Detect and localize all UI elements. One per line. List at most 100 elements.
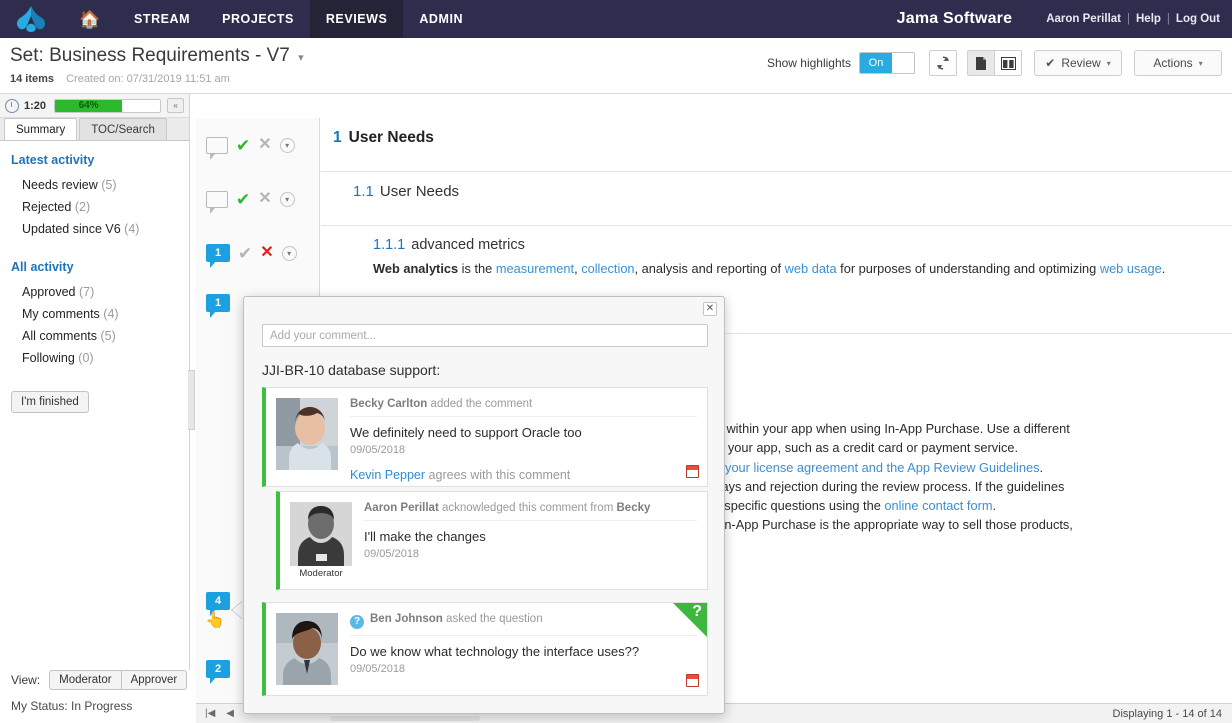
comment-avatar-column: Moderator <box>290 502 352 579</box>
online-contact-form-link[interactable]: online contact form <box>884 498 992 513</box>
comment-bubble-icon[interactable] <box>206 137 228 154</box>
approve-check-icon[interactable]: ✔ <box>236 137 250 154</box>
actions-dropdown-button[interactable]: Actions ▾ <box>1134 50 1222 76</box>
gutter-row: ✔ ✕ ▾ <box>196 118 319 172</box>
comment-count-badge[interactable]: 2 <box>206 660 230 678</box>
comment-count-badge[interactable]: 1 <box>206 244 230 262</box>
view-option-approver[interactable]: Approver <box>122 670 188 690</box>
sidebar-item-approved[interactable]: Approved (7) <box>11 281 189 303</box>
show-highlights-toggle[interactable]: On <box>859 52 915 74</box>
body-link-web-usage[interactable]: web usage <box>1100 261 1162 276</box>
user-name-link[interactable]: Aaron Perillat <box>1046 13 1121 25</box>
split-page-view-button[interactable] <box>994 50 1022 76</box>
calendar-icon <box>686 674 699 687</box>
first-page-button[interactable]: |◀ <box>205 708 215 719</box>
body-link-web-data[interactable]: web data <box>785 261 837 276</box>
body-link-collection[interactable]: collection <box>581 261 634 276</box>
clock-icon <box>5 99 19 113</box>
comment-card: Becky Carlton added the comment We defin… <box>262 387 708 487</box>
home-nav-button[interactable]: 🏠 <box>62 0 118 38</box>
comment-card-nested: Moderator Aaron Perillat acknowledged th… <box>276 491 708 590</box>
tab-toc-search[interactable]: TOC/Search <box>79 118 167 140</box>
nav-item-projects[interactable]: PROJECTS <box>206 0 310 38</box>
nav-item-stream[interactable]: STREAM <box>118 0 206 38</box>
comment-author: Becky Carlton <box>350 398 427 410</box>
progress-percent: 64% <box>79 100 99 111</box>
top-nav-right-group: Jama Software Aaron Perillat|Help|Log Ou… <box>897 0 1232 38</box>
approve-check-icon[interactable]: ✔ <box>236 191 250 208</box>
heading-1: 1User Needs <box>333 129 1218 147</box>
reject-x-icon[interactable]: ✕ <box>258 137 271 153</box>
title-dropdown-caret-icon[interactable]: ▾ <box>298 52 304 64</box>
comment-meta: Becky Carlton added the comment <box>350 398 697 417</box>
comment-action: added the comment <box>431 398 533 410</box>
comment-thread-title: JJI-BR-10 database support: <box>262 362 440 378</box>
license-agreement-link[interactable]: your license agreement and the App Revie… <box>725 460 1039 475</box>
comment-meta: Aaron Perillat acknowledged this comment… <box>364 502 697 521</box>
becky-avatar-image <box>276 398 338 470</box>
link-separator-2: | <box>1167 13 1170 25</box>
sidebar-resize-handle[interactable] <box>188 370 195 430</box>
progress-bar-fill: 64% <box>55 100 122 112</box>
section-latest-activity[interactable]: Latest activity <box>11 153 189 167</box>
add-comment-input[interactable] <box>262 324 708 347</box>
sidebar-item-my-comments[interactable]: My comments (4) <box>11 303 189 325</box>
body-seg-1: is the <box>458 261 496 276</box>
section-all-activity[interactable]: All activity <box>11 260 189 274</box>
nav-item-reviews[interactable]: REVIEWS <box>310 0 404 38</box>
comment-date: 09/05/2018 <box>364 548 697 560</box>
logout-link[interactable]: Log Out <box>1176 13 1220 25</box>
sidebar-item-rejected[interactable]: Rejected (2) <box>11 196 189 218</box>
tab-summary[interactable]: Summary <box>4 118 77 140</box>
comment-count-badge[interactable]: 4 <box>206 592 230 610</box>
comment-bubble-icon[interactable] <box>206 191 228 208</box>
elapsed-time: 1:20 <box>24 100 46 112</box>
agree-author-link[interactable]: Kevin Pepper <box>350 468 425 482</box>
chevron-down-icon[interactable]: ▾ <box>282 246 297 261</box>
approve-check-icon[interactable]: ✔ <box>238 245 252 262</box>
single-page-view-button[interactable] <box>967 50 995 76</box>
sidebar-body: Latest activity Needs review (5) Rejecte… <box>0 141 189 723</box>
updated-since-count: (4) <box>124 222 139 236</box>
view-option-moderator[interactable]: Moderator <box>49 670 121 690</box>
im-finished-button[interactable]: I'm finished <box>11 391 89 413</box>
review-check-icon: ✔ <box>1045 56 1055 70</box>
jama-logo[interactable] <box>0 0 62 38</box>
heading-2-number: 1.1 <box>353 183 374 200</box>
approved-label: Approved <box>22 285 76 299</box>
my-status-text: My Status: In Progress <box>11 699 190 713</box>
page-subtitle: 14 items Created on: 07/31/2019 11:51 am <box>10 73 230 85</box>
help-link[interactable]: Help <box>1136 13 1161 25</box>
actions-button-label: Actions <box>1153 56 1192 70</box>
sidebar-item-needs-review[interactable]: Needs review (5) <box>11 174 189 196</box>
comment-count-badge[interactable]: 1 <box>206 294 230 312</box>
doc-row-heading-2[interactable]: 1.1User Needs <box>321 172 1232 226</box>
chevron-down-icon[interactable]: ▾ <box>280 138 295 153</box>
sidebar-item-following[interactable]: Following (0) <box>11 347 189 369</box>
horizontal-scrollbar[interactable] <box>330 716 480 721</box>
chevron-down-icon: ▾ <box>1107 59 1111 68</box>
comment-action-target: Becky <box>617 502 651 514</box>
prev-page-button[interactable]: ◀ <box>226 708 234 719</box>
chevron-down-icon[interactable]: ▾ <box>280 192 295 207</box>
all-comments-count: (5) <box>101 329 116 343</box>
nav-item-admin[interactable]: ADMIN <box>403 0 479 38</box>
collapse-sidebar-button[interactable]: « <box>167 98 184 113</box>
body-seg-4: for purposes of understanding and optimi… <box>837 261 1100 276</box>
toolbar-right: Show highlights On <box>767 50 1222 76</box>
close-icon[interactable]: ✕ <box>703 302 717 316</box>
doc-row-heading-1[interactable]: 1User Needs <box>321 118 1232 172</box>
reject-x-icon[interactable]: ✕ <box>258 191 271 207</box>
refresh-icon <box>936 56 950 70</box>
refresh-button[interactable] <box>929 50 957 76</box>
following-count: (0) <box>78 351 93 365</box>
obscured-line-7-suffix: . <box>993 498 997 513</box>
sidebar-item-all-comments[interactable]: All comments (5) <box>11 325 189 347</box>
review-dropdown-button[interactable]: ✔ Review ▾ <box>1034 50 1122 76</box>
view-segmented-control: Moderator Approver <box>49 670 187 690</box>
reject-x-icon[interactable]: ✕ <box>260 245 273 261</box>
agree-text: agrees with this comment <box>429 468 571 482</box>
following-label: Following <box>22 351 75 365</box>
body-link-measurement[interactable]: measurement <box>496 261 574 276</box>
sidebar-item-updated-since-v6[interactable]: Updated since V6 (4) <box>11 218 189 240</box>
